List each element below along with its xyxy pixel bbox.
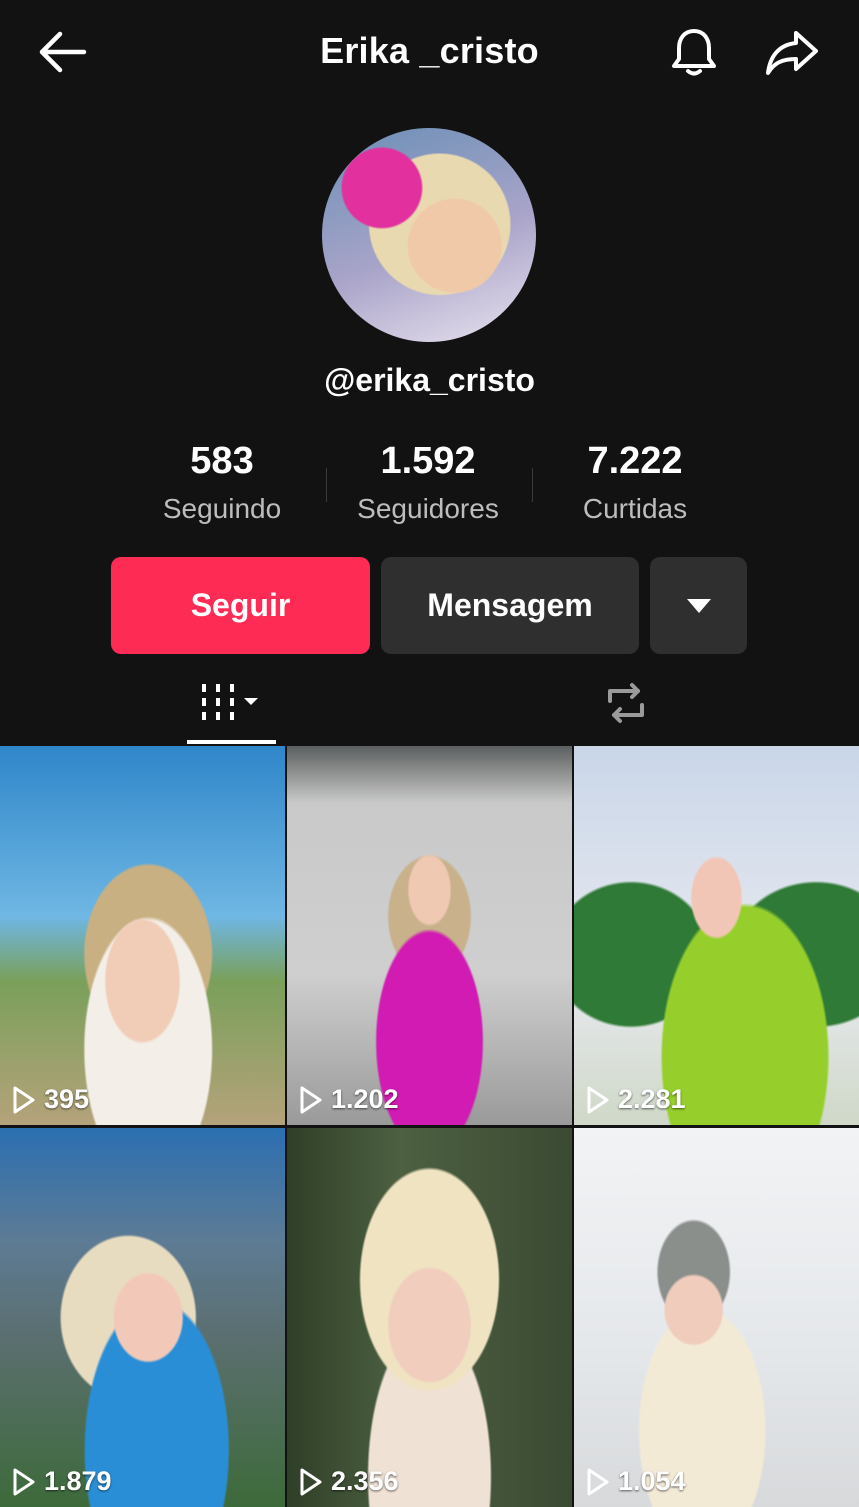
bell-icon	[672, 29, 716, 76]
view-count-text: 1.879	[44, 1466, 112, 1496]
top-bar: Erika _cristo	[0, 0, 859, 104]
view-count-text: 1.054	[618, 1466, 686, 1496]
play-icon	[300, 1086, 322, 1113]
caret-down-icon	[686, 598, 711, 613]
video-grid-icon	[202, 684, 258, 720]
video-thumbnail[interactable]: 1.054	[574, 1128, 859, 1507]
stat-value: 7.222	[587, 440, 683, 482]
view-count: 1.879	[12, 1466, 112, 1497]
play-icon	[13, 1468, 35, 1495]
view-count-text: 395	[44, 1084, 90, 1114]
profile-stats: 583 Seguindo 1.592 Seguidores 7.222 Curt…	[0, 440, 859, 540]
video-thumbnail[interactable]: 395	[0, 746, 285, 1125]
notification-button[interactable]	[664, 22, 724, 82]
tab-reposts[interactable]	[584, 660, 668, 746]
active-tab-indicator	[187, 740, 276, 744]
share-arrow-icon	[766, 31, 818, 75]
repost-icon	[608, 683, 644, 723]
stat-value: 1.592	[380, 440, 476, 482]
stat-label: Seguidores	[357, 493, 499, 524]
video-thumbnail[interactable]: 2.281	[574, 746, 859, 1125]
stat-label: Curtidas	[582, 493, 688, 524]
view-count: 395	[12, 1084, 89, 1115]
stat-divider	[326, 468, 327, 502]
tab-videos[interactable]	[186, 660, 276, 746]
view-count: 1.054	[586, 1466, 686, 1497]
follow-button[interactable]: Seguir	[111, 557, 370, 654]
share-button[interactable]	[760, 22, 824, 82]
stat-following[interactable]: 583 Seguindo	[122, 440, 322, 525]
view-count-text: 2.281	[618, 1084, 686, 1114]
content-tabs	[0, 660, 859, 746]
video-thumbnail[interactable]: 2.356	[287, 1128, 572, 1507]
play-icon	[300, 1468, 322, 1495]
message-button[interactable]: Mensagem	[381, 557, 639, 654]
avatar[interactable]	[322, 128, 536, 342]
play-icon	[587, 1468, 609, 1495]
video-thumbnail[interactable]: 1.879	[0, 1128, 285, 1507]
stat-divider	[532, 468, 533, 502]
play-icon	[587, 1086, 609, 1113]
view-count: 2.356	[299, 1466, 399, 1497]
view-count-text: 1.202	[331, 1084, 399, 1114]
profile-title: Erika _cristo	[320, 30, 539, 71]
view-count-text: 2.356	[331, 1466, 399, 1496]
video-thumbnail[interactable]: 1.202	[287, 746, 572, 1125]
view-count: 2.281	[586, 1084, 686, 1115]
more-options-button[interactable]	[650, 557, 747, 654]
stat-value: 583	[190, 440, 254, 482]
stat-label: Seguindo	[162, 493, 282, 524]
view-count: 1.202	[299, 1084, 399, 1115]
stat-likes[interactable]: 7.222 Curtidas	[535, 440, 735, 525]
profile-handle: @erika_cristo	[324, 362, 535, 398]
play-icon	[13, 1086, 35, 1113]
stat-followers[interactable]: 1.592 Seguidores	[328, 440, 528, 525]
